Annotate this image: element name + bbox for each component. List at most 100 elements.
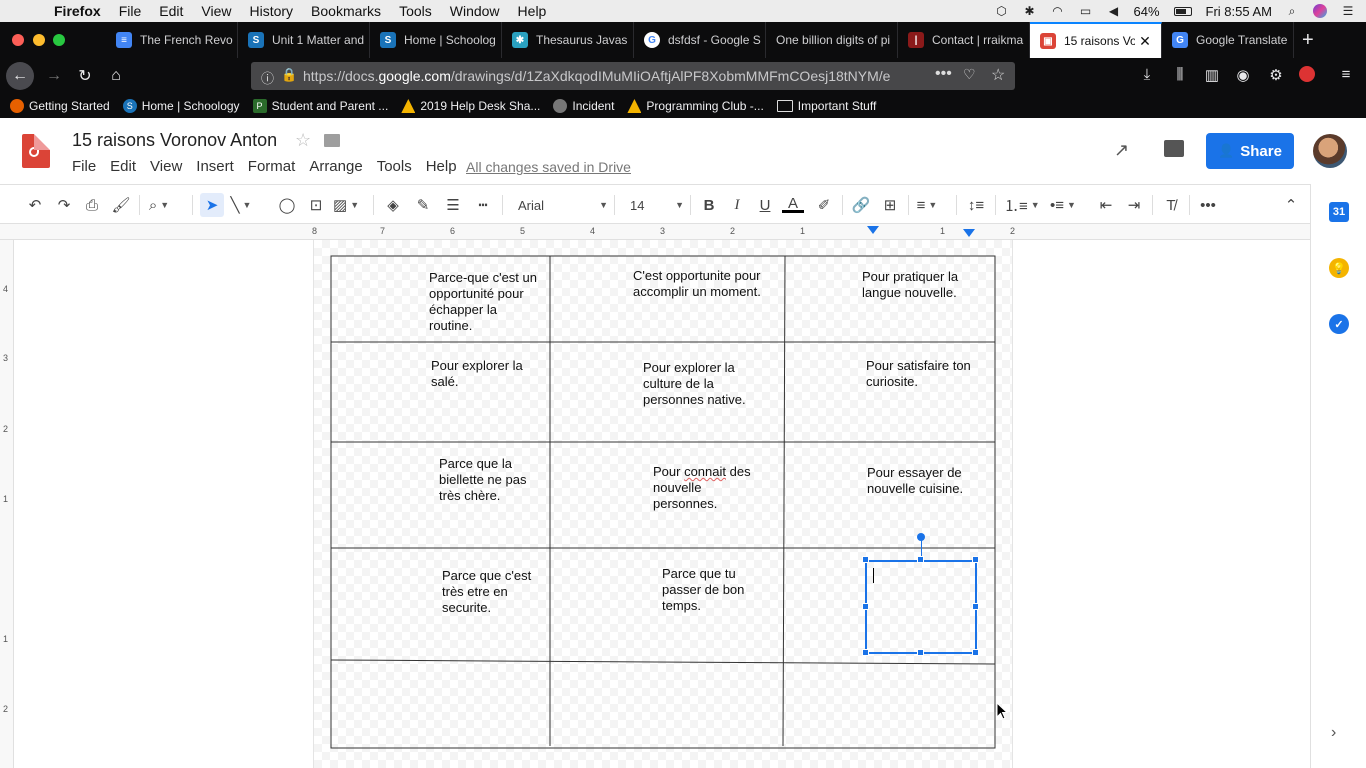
url-bar[interactable]: ⓘ 🔒 https://docs.google.com/drawings/d/1… (251, 62, 1015, 90)
reason-cell-5[interactable]: Pour explorer la culture de la personnes… (643, 360, 746, 408)
bluetooth-icon[interactable]: ✱ (1022, 4, 1038, 18)
spotlight-search-icon[interactable]: ⌕ (1284, 4, 1300, 18)
resize-handle-nw[interactable] (862, 556, 869, 563)
pocket-icon[interactable]: ♡ (963, 66, 976, 83)
border-color-icon[interactable]: ✎ (412, 193, 434, 217)
downloads-icon[interactable]: ⤓ (1137, 66, 1157, 83)
zoom-icon[interactable]: ⌕ ▼ (148, 193, 170, 217)
more-options-icon[interactable]: ••• (1197, 193, 1219, 217)
reason-cell-9[interactable]: Pour essayer de nouvelle cuisine. (867, 465, 963, 497)
extension-profile-icon[interactable] (1297, 66, 1317, 86)
reason-cell-7[interactable]: Parce que la biellette ne pas très chère… (439, 456, 526, 504)
increase-indent-icon[interactable]: ⇥ (1123, 193, 1145, 217)
app-menu-help[interactable]: Help (426, 158, 457, 175)
numbered-list-icon[interactable]: ⒈≡ ▼ (1004, 193, 1040, 217)
browser-tab[interactable]: G Google Translate (1162, 22, 1294, 58)
menu-window[interactable]: Window (441, 3, 509, 19)
reason-cell-3[interactable]: Pour pratiquer la langue nouvelle. (862, 269, 958, 301)
battery-icon[interactable] (1172, 4, 1194, 18)
link-icon[interactable]: 🔗 (850, 193, 872, 217)
bookmark-programming-club[interactable]: Programming Club -... (627, 99, 764, 113)
reload-button[interactable]: ↻ (71, 62, 99, 90)
calendar-icon[interactable]: 31 (1329, 202, 1349, 222)
browser-tab[interactable]: S Unit 1 Matter and (238, 22, 370, 58)
app-menu-arrange[interactable]: Arrange (309, 158, 362, 175)
align-icon[interactable]: ≡ ▼ (916, 193, 938, 217)
app-menu-format[interactable]: Format (248, 158, 296, 175)
highlight-color-icon[interactable]: ✐ (813, 193, 835, 217)
redo-icon[interactable]: ↷ (53, 193, 75, 217)
reason-cell-8[interactable]: Pour connait des nouvelle personnes. (653, 464, 751, 512)
menu-hamburger-icon[interactable]: ≡ (1336, 66, 1356, 83)
window-close-button[interactable] (12, 34, 24, 46)
library-icon[interactable]: ⫼ (1170, 66, 1190, 83)
extension-icon[interactable]: ⚙ (1266, 66, 1286, 84)
siri-icon[interactable] (1312, 4, 1328, 18)
bookmark-folder-important-stuff[interactable]: Important Stuff (776, 99, 876, 113)
resize-handle-ne[interactable] (972, 556, 979, 563)
border-weight-icon[interactable]: ☰ (442, 193, 464, 217)
resize-handle-s[interactable] (917, 649, 924, 656)
selected-text-box[interactable] (865, 560, 977, 654)
resize-handle-sw[interactable] (862, 649, 869, 656)
home-button[interactable]: ⌂ (102, 62, 130, 90)
tasks-icon[interactable]: ✓ (1329, 314, 1349, 334)
browser-tab[interactable]: ≡ The French Revo (106, 22, 238, 58)
user-avatar[interactable] (1313, 134, 1347, 168)
wifi-icon[interactable]: ◠ (1050, 4, 1066, 18)
comments-icon[interactable] (1164, 140, 1184, 157)
keep-icon[interactable]: 💡 (1329, 258, 1349, 278)
rotation-handle[interactable] (917, 533, 925, 541)
bookmark-home-schoology[interactable]: S Home | Schoology (122, 99, 240, 113)
menu-history[interactable]: History (240, 3, 302, 19)
clear-formatting-icon[interactable]: T̸ (1160, 193, 1182, 217)
app-menu-insert[interactable]: Insert (196, 158, 234, 175)
browser-tab[interactable]: | Contact | rraikma (898, 22, 1030, 58)
shape-tool-icon[interactable]: ◯ (276, 193, 298, 217)
document-title[interactable]: 15 raisons Voronov Anton (72, 130, 277, 151)
account-icon[interactable]: ◉ (1233, 66, 1253, 84)
clock[interactable]: Fri 8:55 AM (1206, 4, 1272, 19)
resize-handle-n[interactable] (917, 556, 924, 563)
menu-tools[interactable]: Tools (390, 3, 441, 19)
menu-file[interactable]: File (110, 3, 151, 19)
text-color-icon[interactable]: A (782, 193, 804, 217)
border-dash-icon[interactable]: ┅ (472, 193, 494, 217)
new-tab-button[interactable]: + (1296, 22, 1326, 58)
app-menu-file[interactable]: File (72, 158, 96, 175)
menu-bookmarks[interactable]: Bookmarks (302, 3, 390, 19)
browser-tab[interactable]: One billion digits of pi (766, 22, 898, 58)
bookmark-getting-started[interactable]: Getting Started (10, 99, 110, 113)
activity-trend-icon[interactable]: ↗ (1114, 140, 1129, 161)
star-icon[interactable]: ☆ (295, 130, 311, 151)
image-icon[interactable]: ▨ ▼ (333, 193, 359, 217)
decrease-indent-icon[interactable]: ⇤ (1095, 193, 1117, 217)
ruler-indent-marker[interactable] (867, 226, 879, 234)
resize-handle-w[interactable] (862, 603, 869, 610)
google-drawings-logo-icon[interactable] (22, 134, 50, 168)
bookmark-help-desk[interactable]: 2019 Help Desk Sha... (401, 99, 540, 113)
bookmark-incident[interactable]: Incident (553, 99, 614, 113)
app-menu-view[interactable]: View (150, 158, 182, 175)
save-status-link[interactable]: All changes saved in Drive (466, 159, 631, 175)
tab-close-icon[interactable]: ✕ (1135, 33, 1155, 50)
resize-handle-e[interactable] (972, 603, 979, 610)
menu-app-firefox[interactable]: Firefox (48, 3, 110, 19)
drawing-canvas[interactable]: Parce-que c'est un opportunité pour écha… (14, 240, 1310, 768)
ruler-right-marker[interactable] (963, 229, 975, 237)
print-icon[interactable]: ⎙ (81, 193, 103, 217)
font-family-select[interactable]: Arial ▼ (512, 193, 608, 217)
collapse-toolbar-icon[interactable]: ⌃ (1280, 193, 1302, 217)
dropbox-icon[interactable]: ⬡ (994, 4, 1010, 18)
window-minimize-button[interactable] (33, 34, 45, 46)
window-zoom-button[interactable] (53, 34, 65, 46)
browser-tab[interactable]: Gdsfdsf - Google S (634, 22, 766, 58)
site-info-icon[interactable]: ⓘ (261, 68, 274, 87)
fill-color-icon[interactable]: ◈ (382, 193, 404, 217)
reason-cell-1[interactable]: Parce-que c'est un opportunité pour écha… (429, 270, 537, 334)
line-spacing-icon[interactable]: ↕≡ (965, 193, 987, 217)
move-to-folder-icon[interactable] (324, 134, 340, 147)
bookmark-student-parent[interactable]: P Student and Parent ... (252, 99, 388, 113)
bookmark-star-icon[interactable]: ☆ (991, 65, 1005, 85)
app-menu-edit[interactable]: Edit (110, 158, 136, 175)
